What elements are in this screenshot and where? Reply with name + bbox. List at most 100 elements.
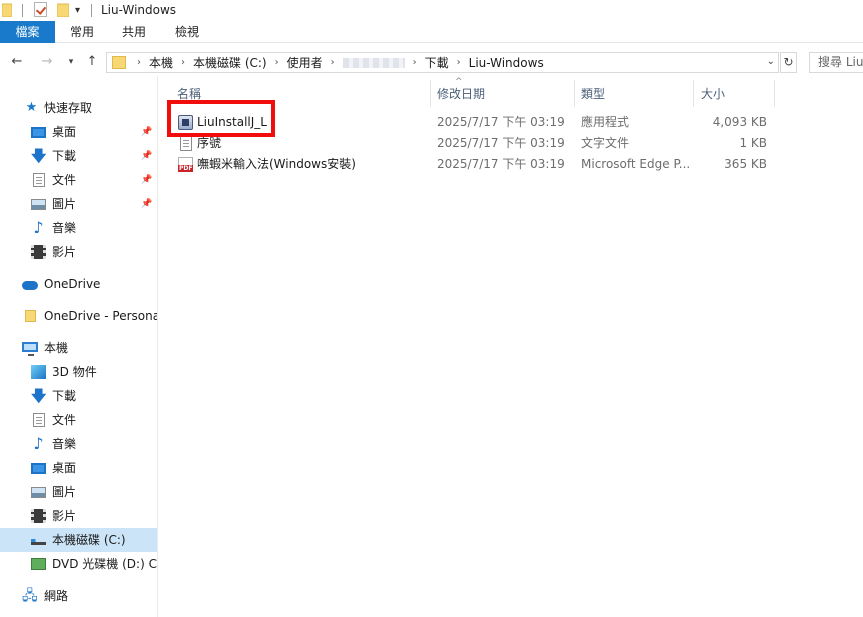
nav-item-pictures[interactable]: 圖片 📌 xyxy=(0,192,157,216)
customize-quick-access-icon[interactable]: ▾ xyxy=(75,5,80,16)
breadcrumb-users[interactable]: 使用者 xyxy=(287,54,323,71)
separator xyxy=(22,4,23,17)
breadcrumb-local-disk[interactable]: 本機磁碟 (C:) xyxy=(193,54,267,71)
nav-label: 本機磁碟 (C:) xyxy=(52,533,126,547)
file-type: 文字文件 xyxy=(581,136,630,150)
desktop-icon xyxy=(31,127,46,138)
nav-item-local-disk-c[interactable]: 本機磁碟 (C:) xyxy=(0,528,157,552)
column-divider[interactable] xyxy=(430,80,431,107)
file-type: 應用程式 xyxy=(581,115,630,129)
nav-item-music-pc[interactable]: ♪ 音樂 xyxy=(0,432,157,456)
tab-file[interactable]: 檔案 xyxy=(0,21,55,43)
nav-label: 網路 xyxy=(44,589,69,603)
nav-item-desktop-pc[interactable]: 桌面 xyxy=(0,456,157,480)
videos-icon xyxy=(31,245,46,259)
file-size: 365 KB xyxy=(724,157,767,171)
pdf-icon xyxy=(178,157,194,172)
tab-home[interactable]: 常用 xyxy=(58,21,106,43)
nav-label: 圖片 xyxy=(52,485,77,499)
nav-item-videos-pc[interactable]: 影片 xyxy=(0,504,157,528)
nav-label: 桌面 xyxy=(52,125,77,139)
download-icon: 🡇 xyxy=(31,147,47,165)
column-divider[interactable] xyxy=(774,80,775,107)
nav-item-quick-access[interactable]: ★ 快速存取 xyxy=(0,96,157,120)
new-folder-icon[interactable] xyxy=(57,3,69,17)
nav-item-documents[interactable]: 文件 📌 xyxy=(0,168,157,192)
file-size: 1 KB xyxy=(739,136,767,150)
nav-item-downloads[interactable]: 🡇 下載 📌 xyxy=(0,144,157,168)
column-divider[interactable] xyxy=(574,80,575,107)
nav-item-desktop[interactable]: 桌面 📌 xyxy=(0,120,157,144)
back-arrow-icon[interactable]: ← xyxy=(8,52,26,72)
onedrive-icon xyxy=(22,277,38,291)
breadcrumb-current-folder[interactable]: Liu-Windows xyxy=(469,56,544,70)
nav-label: 影片 xyxy=(52,509,77,523)
nav-item-3d-objects[interactable]: 3D 物件 xyxy=(0,360,157,384)
recent-locations-chevron-icon[interactable]: ▾ xyxy=(62,52,80,72)
breadcrumb-username-redacted[interactable] xyxy=(342,57,405,68)
folder-icon xyxy=(2,3,12,17)
videos-icon xyxy=(31,509,46,523)
pin-icon: 📌 xyxy=(141,199,153,209)
pin-icon: 📌 xyxy=(141,175,153,185)
chevron-right-icon[interactable]: › xyxy=(457,57,461,68)
address-bar[interactable]: › 本機 › 本機磁碟 (C:) › 使用者 › › 下載 › Liu-Wind… xyxy=(106,52,779,73)
column-header-type[interactable]: 類型 xyxy=(581,84,605,104)
network-icon: 🖧 xyxy=(22,588,38,604)
download-icon: 🡇 xyxy=(31,387,47,405)
nav-label: 下載 xyxy=(52,389,77,403)
pane-divider[interactable] xyxy=(157,76,158,617)
navigation-pane: ★ 快速存取 桌面 📌 🡇 下載 📌 文件 📌 圖片 📌 ♪ 音樂 影片 One… xyxy=(0,90,157,617)
up-arrow-icon[interactable]: ↑ xyxy=(83,52,101,72)
nav-item-pictures-pc[interactable]: 圖片 xyxy=(0,480,157,504)
nav-item-onedrive-personal[interactable]: OneDrive - Personal xyxy=(0,304,157,328)
nav-label: 桌面 xyxy=(52,461,77,475)
navigation-bar: ← → ▾ ↑ › 本機 › 本機磁碟 (C:) › 使用者 › › 下載 › … xyxy=(0,50,863,74)
this-pc-icon xyxy=(22,342,38,356)
nav-label: 音樂 xyxy=(52,437,77,451)
search-input[interactable]: 搜尋 Liu xyxy=(809,52,863,73)
chevron-right-icon[interactable]: › xyxy=(413,57,417,68)
tab-view[interactable]: 檢視 xyxy=(162,21,212,43)
nav-item-documents-pc[interactable]: 文件 xyxy=(0,408,157,432)
column-header-size[interactable]: 大小 xyxy=(701,84,725,104)
music-icon: ♪ xyxy=(33,434,44,453)
chevron-right-icon[interactable]: › xyxy=(275,57,279,68)
forward-arrow-icon[interactable]: → xyxy=(38,52,56,72)
nav-label: 音樂 xyxy=(52,221,77,235)
drive-icon xyxy=(31,539,46,545)
nav-item-this-pc[interactable]: 本機 xyxy=(0,336,157,360)
window-title: Liu-Windows xyxy=(101,3,177,17)
file-row[interactable]: 嘸蝦米輸入法(Windows安裝) 2025/7/17 下午 03:19 Mic… xyxy=(170,154,775,175)
nav-item-downloads-pc[interactable]: 🡇 下載 xyxy=(0,384,157,408)
nav-item-dvd-drive[interactable]: DVD 光碟機 (D:) CP xyxy=(0,552,157,576)
pictures-icon xyxy=(31,199,46,210)
nav-label: 文件 xyxy=(52,413,77,427)
breadcrumb-this-pc[interactable]: 本機 xyxy=(149,54,173,71)
document-icon xyxy=(33,413,45,427)
nav-item-network[interactable]: 🖧 網路 xyxy=(0,584,157,608)
file-date: 2025/7/17 下午 03:19 xyxy=(437,136,565,150)
nav-item-onedrive[interactable]: OneDrive xyxy=(0,272,157,296)
nav-item-videos[interactable]: 影片 xyxy=(0,240,157,264)
file-type: Microsoft Edge P... xyxy=(581,157,691,171)
nav-label: 圖片 xyxy=(52,197,77,211)
dvd-icon xyxy=(31,558,46,570)
pictures-icon xyxy=(31,487,46,498)
nav-item-music[interactable]: ♪ 音樂 xyxy=(0,216,157,240)
column-divider[interactable] xyxy=(693,80,694,107)
column-header-date[interactable]: 修改日期 xyxy=(437,84,485,104)
properties-icon[interactable] xyxy=(34,2,47,17)
chevron-right-icon[interactable]: › xyxy=(181,57,185,68)
pin-icon: 📌 xyxy=(141,127,153,137)
nav-label: 快速存取 xyxy=(44,101,93,115)
chevron-down-icon[interactable]: ⌄ xyxy=(767,56,775,67)
breadcrumb-downloads[interactable]: 下載 xyxy=(425,54,449,71)
tab-share[interactable]: 共用 xyxy=(110,21,158,43)
chevron-right-icon[interactable]: › xyxy=(331,57,335,68)
3d-objects-icon xyxy=(31,365,46,379)
refresh-icon[interactable]: ↻ xyxy=(780,52,797,73)
file-name: 嘸蝦米輸入法(Windows安裝) xyxy=(197,157,356,171)
chevron-right-icon[interactable]: › xyxy=(137,57,141,68)
separator xyxy=(91,4,92,17)
